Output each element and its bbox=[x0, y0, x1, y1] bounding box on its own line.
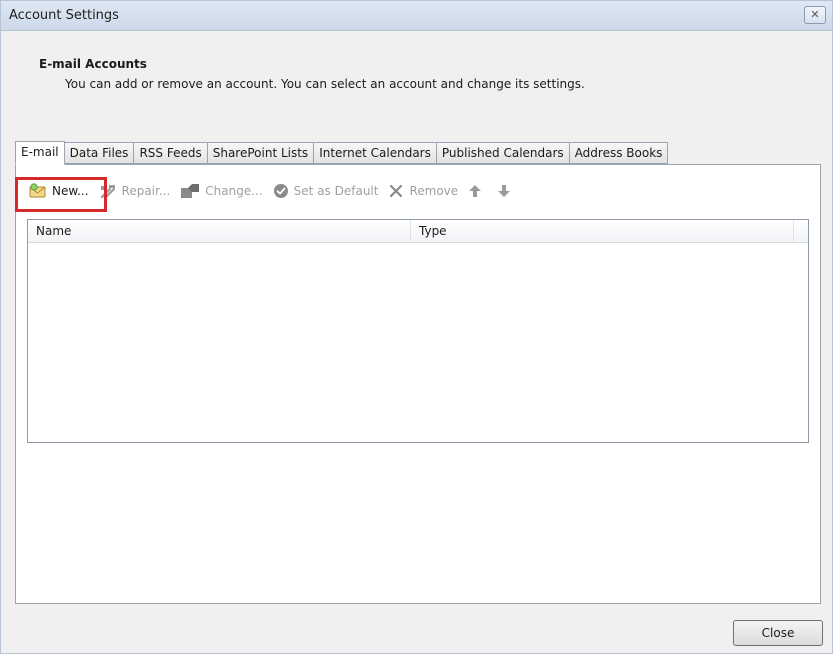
tab-email[interactable]: E-mail bbox=[15, 141, 65, 165]
new-button-highlight-annotation bbox=[15, 177, 107, 212]
title-bar: Account Settings ✕ bbox=[1, 1, 832, 31]
arrow-up-icon bbox=[468, 184, 482, 198]
arrow-down-icon bbox=[497, 184, 511, 198]
change-account-icon bbox=[180, 183, 200, 199]
remove-label: Remove bbox=[409, 184, 459, 198]
account-settings-dialog: Account Settings ✕ E-mail Accounts You c… bbox=[0, 0, 833, 654]
window-close-button[interactable]: ✕ bbox=[804, 6, 826, 24]
repair-label: Repair... bbox=[121, 184, 171, 198]
set-as-default-button[interactable]: Set as Default bbox=[268, 178, 384, 204]
tab-internet-calendars[interactable]: Internet Calendars bbox=[314, 142, 437, 164]
tab-address-books[interactable]: Address Books bbox=[569, 142, 669, 164]
column-header-type[interactable]: Type bbox=[411, 220, 794, 242]
set-as-default-label: Set as Default bbox=[293, 184, 379, 198]
move-down-button[interactable] bbox=[492, 178, 521, 204]
column-header-filler bbox=[794, 220, 808, 242]
window-title: Account Settings bbox=[9, 8, 119, 23]
remove-x-icon bbox=[388, 183, 404, 199]
tab-strip: E-mail Data Files RSS Feeds SharePoint L… bbox=[15, 141, 669, 165]
close-button[interactable]: Close bbox=[733, 620, 823, 646]
tab-data-files[interactable]: Data Files bbox=[64, 142, 135, 164]
email-tab-panel: New... Repair... Change... Set as Defaul… bbox=[15, 164, 821, 604]
remove-button[interactable]: Remove bbox=[383, 178, 463, 204]
tab-published-calendars[interactable]: Published Calendars bbox=[436, 142, 570, 164]
accounts-list-header: Name Type bbox=[28, 220, 808, 243]
section-title: E-mail Accounts bbox=[39, 57, 147, 71]
check-circle-icon bbox=[273, 183, 289, 199]
change-button[interactable]: Change... bbox=[175, 178, 267, 204]
section-description: You can add or remove an account. You ca… bbox=[65, 77, 585, 91]
change-label: Change... bbox=[205, 184, 263, 198]
tab-sharepoint-lists[interactable]: SharePoint Lists bbox=[207, 142, 315, 164]
accounts-list[interactable]: Name Type bbox=[27, 219, 809, 443]
tab-rss-feeds[interactable]: RSS Feeds bbox=[134, 142, 208, 164]
column-header-name[interactable]: Name bbox=[28, 220, 411, 242]
move-up-button[interactable] bbox=[463, 178, 492, 204]
